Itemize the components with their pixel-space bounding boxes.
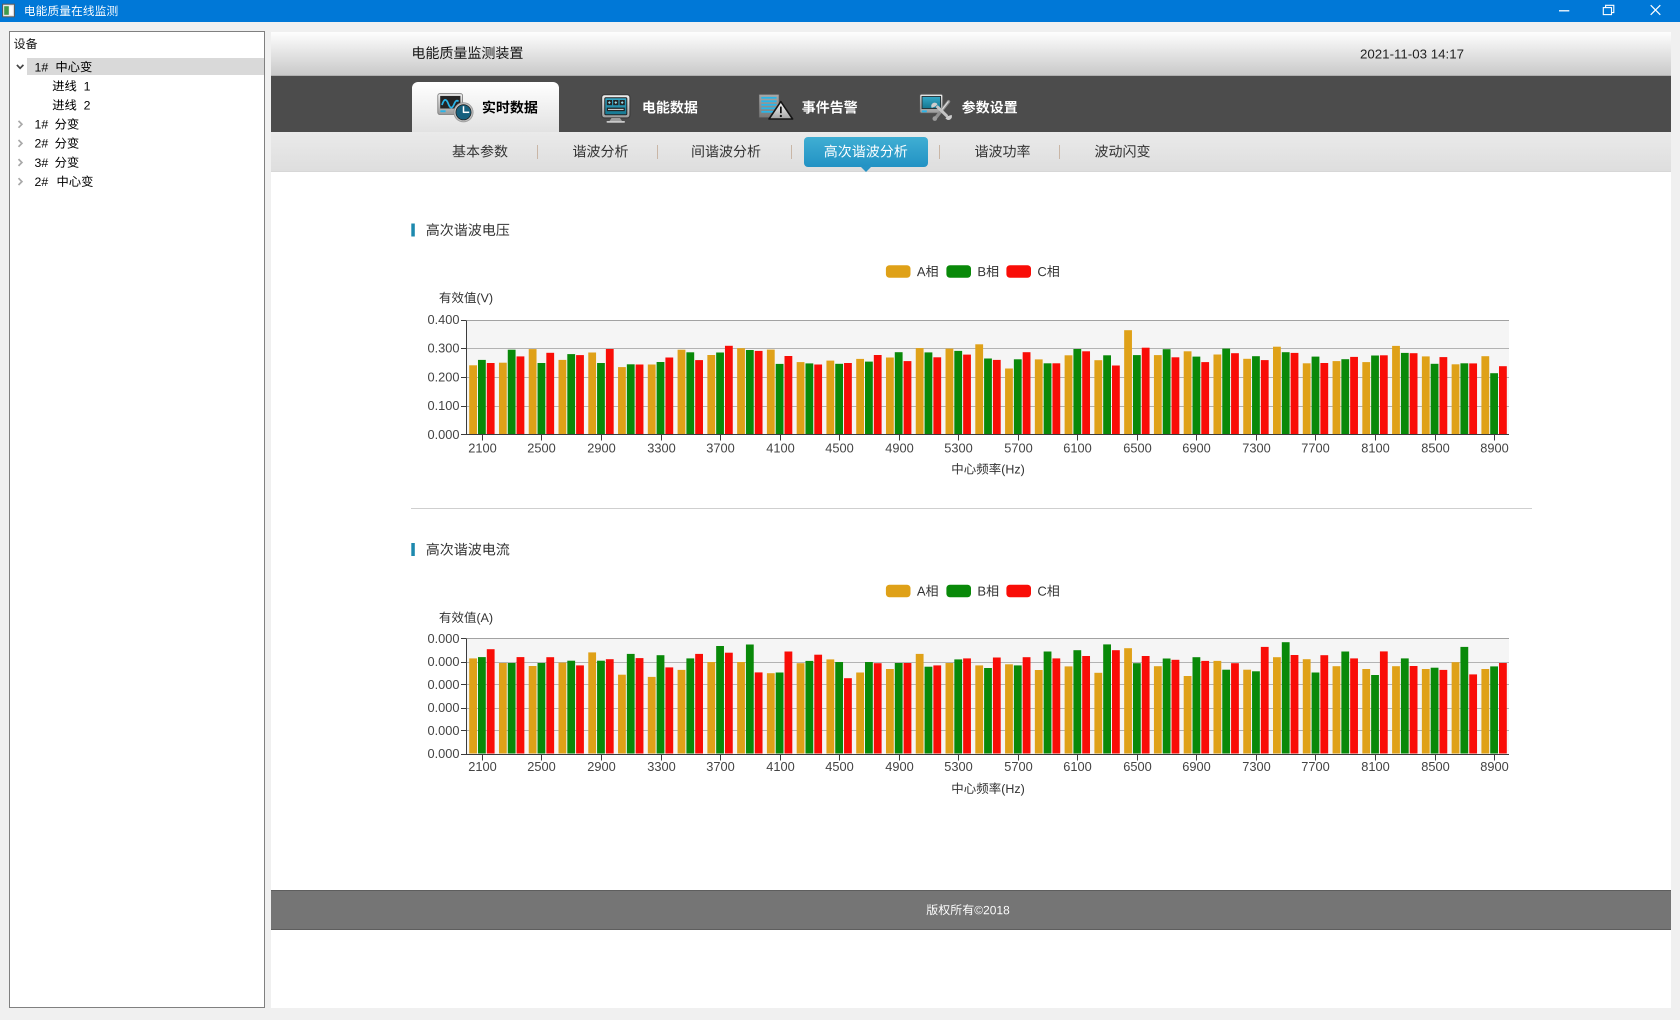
svg-text:3700: 3700 <box>706 759 734 774</box>
svg-text:1: 1 <box>84 79 91 93</box>
svg-text:8100: 8100 <box>1361 759 1389 774</box>
svg-text:2: 2 <box>84 99 91 113</box>
svg-text:6900: 6900 <box>1182 759 1210 774</box>
svg-text:7700: 7700 <box>1301 759 1329 774</box>
svg-text:5700: 5700 <box>1004 441 1032 456</box>
svg-text:2#: 2# <box>35 175 49 189</box>
svg-text:8900: 8900 <box>1480 441 1508 456</box>
svg-text:6900: 6900 <box>1182 441 1210 456</box>
svg-text:0.000: 0.000 <box>427 427 459 442</box>
svg-text:6500: 6500 <box>1123 759 1151 774</box>
svg-text:8900: 8900 <box>1480 759 1508 774</box>
svg-text:0.000: 0.000 <box>427 746 459 761</box>
svg-text:4500: 4500 <box>825 441 853 456</box>
svg-text:6100: 6100 <box>1063 759 1091 774</box>
svg-text:7300: 7300 <box>1242 441 1270 456</box>
svg-text:4100: 4100 <box>766 441 794 456</box>
svg-text:0.200: 0.200 <box>427 369 459 384</box>
svg-text:2#: 2# <box>35 137 49 151</box>
svg-text:2900: 2900 <box>587 441 615 456</box>
svg-text:0.000: 0.000 <box>427 723 459 738</box>
svg-text:0.000: 0.000 <box>427 677 459 692</box>
svg-text:5300: 5300 <box>944 759 972 774</box>
svg-text:0.000: 0.000 <box>427 631 459 646</box>
svg-text:0.400: 0.400 <box>427 312 459 327</box>
svg-text:0.100: 0.100 <box>427 398 459 413</box>
svg-text:2021-11-03 14:17: 2021-11-03 14:17 <box>1360 46 1464 61</box>
svg-text:3700: 3700 <box>706 441 734 456</box>
svg-text:2500: 2500 <box>527 441 555 456</box>
svg-text:0.000: 0.000 <box>427 654 459 669</box>
svg-text:4500: 4500 <box>825 759 853 774</box>
svg-text:3#: 3# <box>35 156 49 170</box>
svg-text:5700: 5700 <box>1004 759 1032 774</box>
svg-text:8500: 8500 <box>1421 441 1449 456</box>
svg-text:2900: 2900 <box>587 759 615 774</box>
svg-text:6100: 6100 <box>1063 441 1091 456</box>
svg-text:2500: 2500 <box>527 759 555 774</box>
svg-text:5300: 5300 <box>944 441 972 456</box>
svg-text:0.000: 0.000 <box>427 700 459 715</box>
svg-text:3300: 3300 <box>647 759 675 774</box>
svg-text:4900: 4900 <box>885 441 913 456</box>
svg-text:4100: 4100 <box>766 759 794 774</box>
svg-text:0.300: 0.300 <box>427 341 459 356</box>
svg-text:2100: 2100 <box>468 759 496 774</box>
svg-text:7300: 7300 <box>1242 759 1270 774</box>
svg-text:7700: 7700 <box>1301 441 1329 456</box>
svg-text:8500: 8500 <box>1421 759 1449 774</box>
svg-text:8100: 8100 <box>1361 441 1389 456</box>
svg-text:1#: 1# <box>35 118 49 132</box>
svg-text:4900: 4900 <box>885 759 913 774</box>
svg-text:3300: 3300 <box>647 441 675 456</box>
svg-text:6500: 6500 <box>1123 441 1151 456</box>
svg-text:1#: 1# <box>35 60 49 74</box>
svg-text:2100: 2100 <box>468 441 496 456</box>
